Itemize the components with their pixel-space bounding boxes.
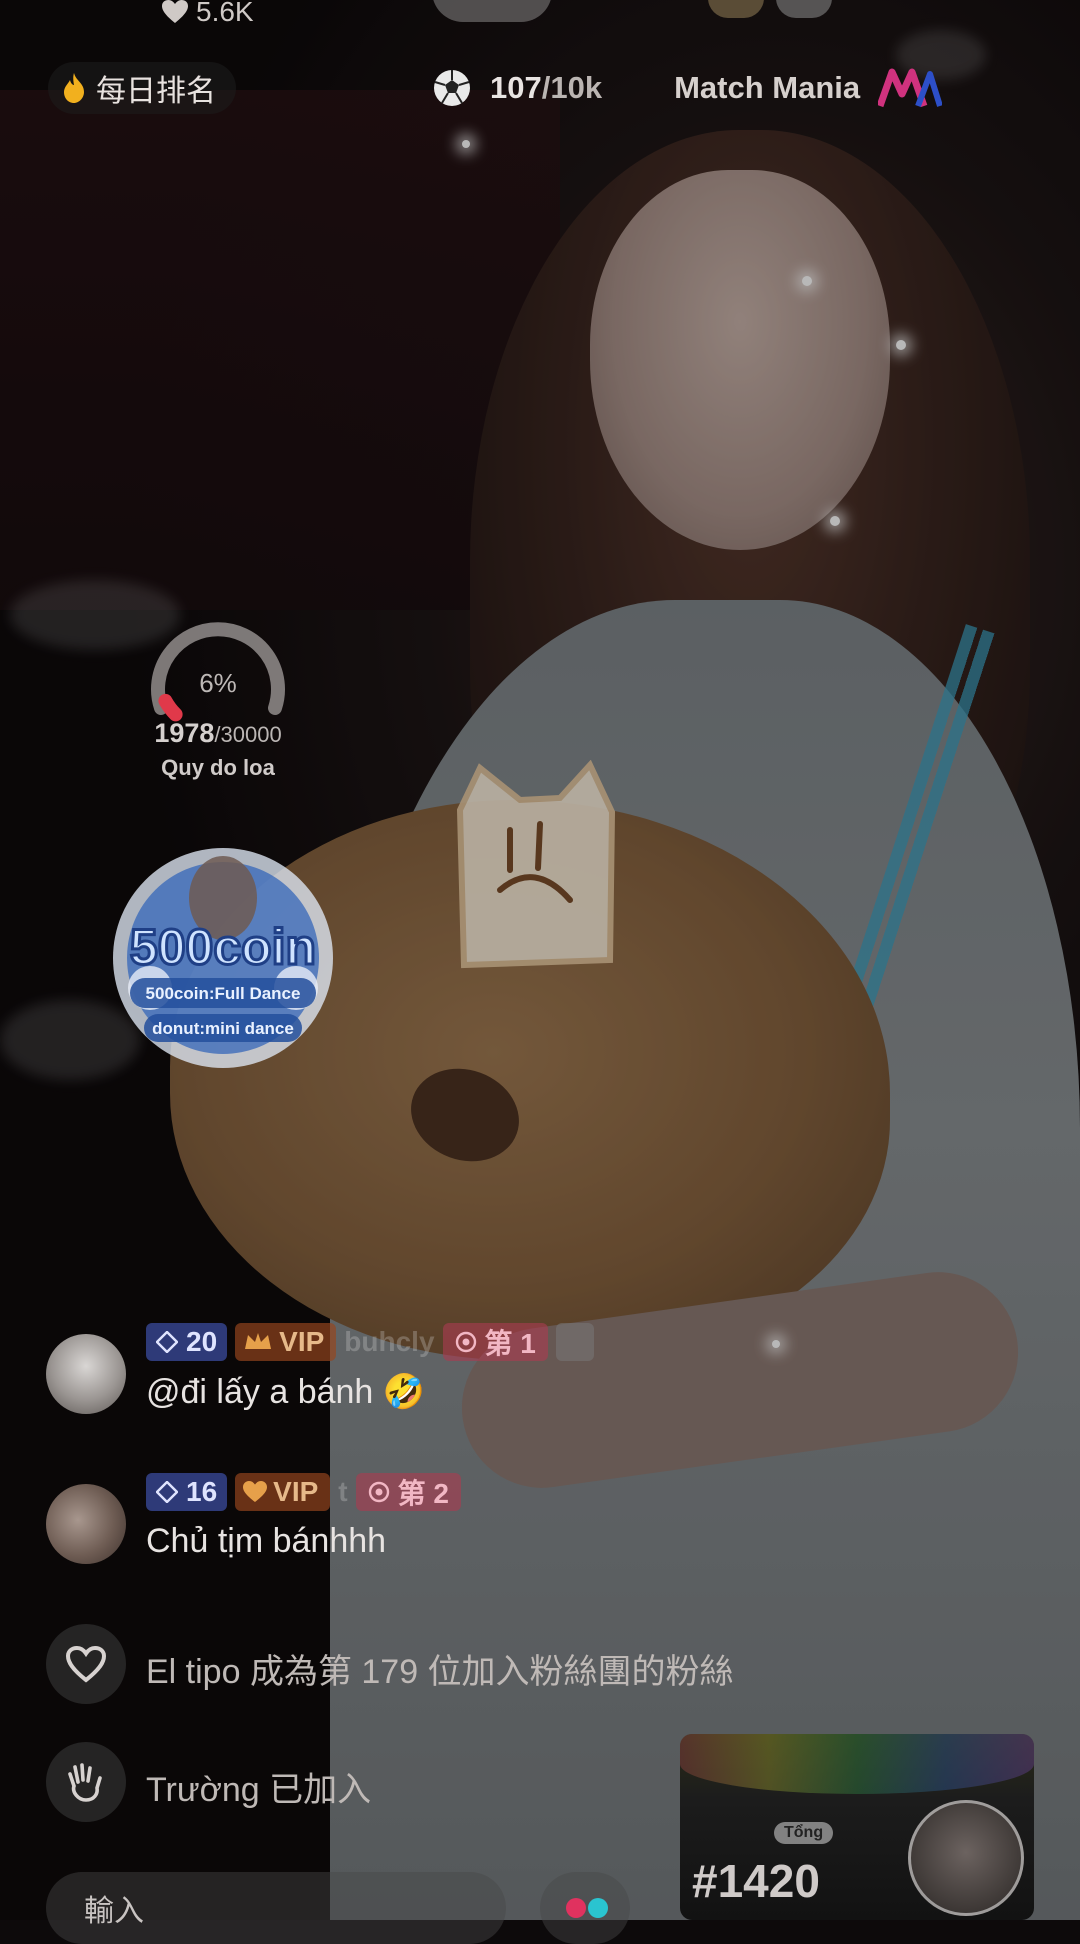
fan-rank-label: 第 2	[397, 1478, 449, 1509]
promo-line-2: donut:mini dance	[152, 1019, 294, 1038]
level-badge: 16	[146, 1473, 228, 1511]
level-badge: 20	[146, 1323, 228, 1361]
gauge-current: 1978	[154, 718, 215, 748]
comment-text: Chủ tịm bánhhh	[146, 1522, 387, 1560]
daily-rank-button[interactable]: 每日排名	[48, 62, 236, 114]
fan-rank-badge: 第 1	[442, 1323, 548, 1361]
vip-badge: VIP	[235, 1473, 331, 1511]
laughing-emoji-icon: 🤣	[382, 1373, 426, 1411]
ranking-number: #1420	[692, 1855, 820, 1907]
vip-badge: VIP	[235, 1323, 337, 1361]
match-progress-value: 107	[490, 70, 542, 105]
effects-button[interactable]	[540, 1872, 630, 1944]
target-icon	[368, 1481, 389, 1503]
promo-line-1: 500coin:Full Dance	[146, 984, 301, 1003]
promo-title: 500coin	[130, 919, 316, 975]
chat-comment[interactable]: 20 VIP buhcly 第 1 @đi lấy a bánh 🤣	[46, 1322, 946, 1422]
flame-icon	[64, 73, 84, 103]
diamond-icon	[156, 1331, 178, 1353]
chat-comment[interactable]: 16 VIP t 第 2 Chủ tịm bánhhh	[46, 1472, 946, 1572]
gauge-count: 1978/30000	[128, 718, 308, 749]
match-mania-logo-icon	[878, 68, 943, 108]
like-counter: 5.6K	[162, 0, 254, 28]
match-mania-banner[interactable]: 107/10k Match Mania	[432, 62, 943, 114]
level-value: 16	[186, 1476, 218, 1507]
diamond-icon	[156, 1481, 178, 1503]
top-viewer-badges[interactable]	[708, 0, 832, 18]
heart-outline-icon	[46, 1624, 126, 1704]
fan-rank-label: 第 1	[484, 1328, 536, 1359]
system-message-fan-join: El tipo 成為第 179 位加入粉絲團的粉絲	[46, 1624, 946, 1704]
system-message-text: El tipo 成為第 179 位加入粉絲團的粉絲	[146, 1653, 734, 1691]
like-count: 5.6K	[196, 0, 254, 27]
top-gift-pill[interactable]	[432, 0, 552, 22]
ranking-card[interactable]: Tổng #1420	[680, 1734, 1034, 1920]
gauge-goal: /30000	[214, 722, 282, 747]
daily-rank-label: 每日排名	[96, 75, 216, 108]
commenter-badges: 16 VIP t 第 2	[146, 1472, 461, 1512]
vip-label: VIP	[279, 1326, 325, 1357]
moderator-icon	[555, 1323, 594, 1361]
ranking-tag: Tổng	[774, 1822, 834, 1844]
match-progress: 107/10k	[490, 70, 602, 106]
cyan-dot	[588, 1898, 608, 1918]
heart-icon	[162, 0, 188, 23]
commenter-badges: 20 VIP buhcly 第 1	[146, 1322, 594, 1362]
heart-icon	[243, 1481, 268, 1502]
comment-input[interactable]: 輸入	[46, 1872, 506, 1944]
gauge-ring	[151, 622, 285, 722]
goal-gauge[interactable]: 6% 1978/30000 Quy do loa	[128, 612, 308, 781]
gauge-name: Quy do loa	[161, 755, 275, 780]
viewer-badge[interactable]	[776, 0, 832, 18]
system-message-text: Trường 已加入	[146, 1771, 372, 1809]
ranking-avatar	[908, 1800, 1024, 1916]
commenter-avatar[interactable]	[46, 1484, 126, 1564]
gauge-percent: 6%	[199, 668, 237, 698]
viewer-badge[interactable]	[708, 0, 764, 18]
rainbow-decoration	[680, 1734, 1034, 1794]
comment-input-placeholder: 輸入	[84, 1895, 144, 1928]
coin-promo-badge[interactable]: 500coin 500coin:Full Dance donut:mini da…	[100, 838, 346, 1074]
gauge-fill	[158, 693, 183, 722]
soccer-ball-icon	[434, 70, 470, 106]
waving-hand-icon	[46, 1742, 126, 1822]
commenter-username[interactable]: buhcly	[344, 1326, 434, 1358]
commenter-username[interactable]: t	[338, 1476, 347, 1508]
vip-crown-icon	[245, 1333, 272, 1349]
pink-dot	[566, 1898, 586, 1918]
target-icon	[455, 1331, 476, 1353]
top-bar: 5.6K	[0, 0, 1080, 30]
commenter-avatar[interactable]	[46, 1334, 126, 1414]
fan-rank-badge: 第 2	[355, 1473, 461, 1511]
vip-label: VIP	[273, 1476, 319, 1507]
comment-text: @đi lấy a bánh 🤣	[146, 1372, 425, 1412]
comment-text-content: @đi lấy a bánh	[146, 1373, 374, 1411]
match-name: Match Mania	[674, 70, 861, 105]
match-progress-goal: /10k	[541, 70, 603, 105]
level-value: 20	[186, 1326, 218, 1357]
